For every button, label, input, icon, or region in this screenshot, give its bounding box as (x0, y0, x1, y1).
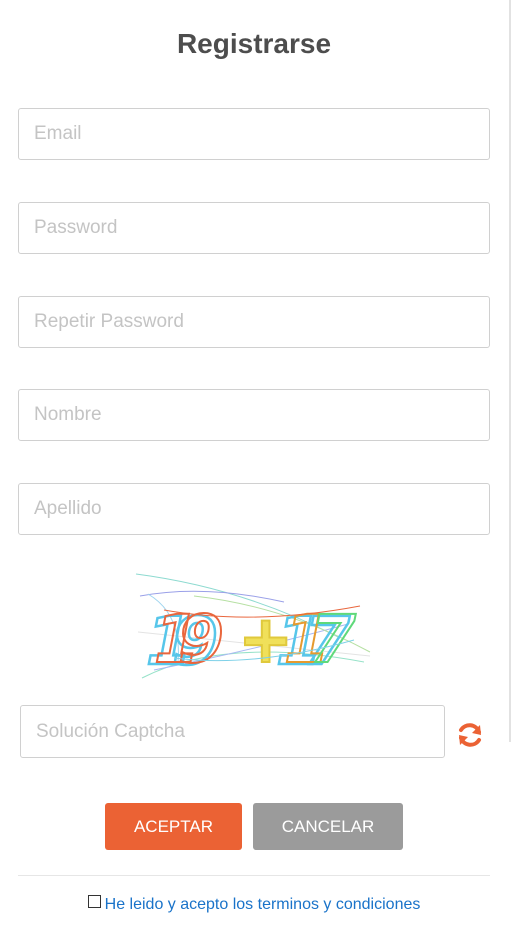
repeat-password-field[interactable] (18, 296, 490, 348)
svg-text:9: 9 (178, 601, 224, 678)
terms-checkbox[interactable] (87, 895, 101, 908)
last-name-field[interactable] (18, 483, 490, 535)
password-field[interactable] (18, 202, 490, 254)
page-title: Registrarse (176, 28, 332, 59)
terms-row: He leido y acepto los terminos y condici… (0, 895, 508, 915)
refresh-captcha-button[interactable] (454, 719, 486, 751)
divider (18, 875, 490, 876)
accept-button[interactable]: ACEPTAR (105, 803, 242, 850)
refresh-icon (454, 723, 486, 755)
captcha-image: 1 9 1 7 1 9 + 1 7 (134, 566, 374, 684)
first-name-field[interactable] (18, 389, 490, 441)
cancel-button[interactable]: CANCELAR (253, 803, 403, 850)
captcha-solution-field[interactable] (20, 705, 445, 758)
terms-link[interactable]: He leido y acepto los terminos y condici… (105, 896, 421, 913)
register-page: Registrarse 1 9 1 7 1 9 + (0, 0, 511, 926)
email-field[interactable] (18, 108, 490, 160)
